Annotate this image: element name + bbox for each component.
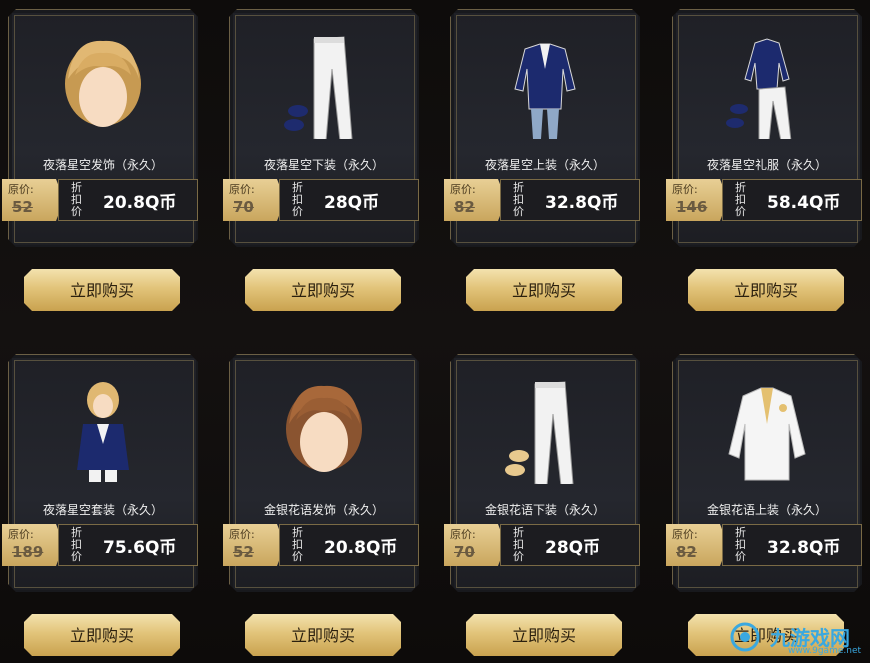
buy-now-button[interactable]: 立即购买 <box>24 614 180 656</box>
discount-box: 折扣价 32.8Q币 <box>500 179 640 221</box>
discount-price: 28Q币 <box>324 193 380 213</box>
buy-now-button[interactable]: 立即购买 <box>245 269 401 311</box>
item-name: 金银花语发饰（永久） <box>263 503 384 517</box>
jacket-icon <box>728 387 806 481</box>
discount-box: 折扣价 28Q币 <box>500 524 640 566</box>
original-price: 52 <box>233 543 254 561</box>
hair-icon <box>286 385 362 472</box>
original-price: 82 <box>676 543 697 561</box>
buy-now-button[interactable]: 立即购买 <box>688 269 844 311</box>
original-price-tag: 原价: 52 <box>2 179 64 221</box>
discount-label: 折扣价 <box>71 181 82 218</box>
price-bar: 原价: 146 折扣价 58.4Q币 <box>666 179 862 221</box>
item-name: 夜落星空上装（永久） <box>484 158 605 172</box>
original-label: 原价: <box>450 183 476 196</box>
original-price: 70 <box>454 543 475 561</box>
original-price-tag: 原价: 82 <box>444 179 506 221</box>
discount-price: 32.8Q币 <box>545 193 619 213</box>
price-bar: 原价: 52 折扣价 20.8Q币 <box>223 524 419 566</box>
original-price-tag: 原价: 70 <box>223 179 285 221</box>
discount-price: 58.4Q币 <box>767 193 841 213</box>
price-bar: 原价: 52 折扣价 20.8Q币 <box>2 179 198 221</box>
buy-now-button[interactable]: 立即购买 <box>466 269 622 311</box>
pants-icon <box>284 36 353 139</box>
item-name: 夜落星空礼服（永久） <box>706 158 827 172</box>
original-price-tag: 原价: 70 <box>444 524 506 566</box>
original-label: 原价: <box>672 528 698 541</box>
item-name: 夜落星空套装（永久） <box>42 503 163 517</box>
original-price-tag: 原价: 146 <box>666 179 728 221</box>
original-price: 82 <box>454 198 475 216</box>
hair-icon <box>65 40 141 127</box>
buy-now-button[interactable]: 立即购买 <box>466 614 622 656</box>
discount-price: 75.6Q币 <box>103 538 177 558</box>
avatar-icon <box>77 382 129 482</box>
discount-label: 折扣价 <box>71 526 82 563</box>
original-price-tag: 原价: 189 <box>2 524 64 566</box>
item-name: 金银花语下装（永久） <box>484 503 605 517</box>
buy-now-button[interactable]: 立即购买 <box>24 269 180 311</box>
discount-label: 折扣价 <box>513 526 524 563</box>
discount-label: 折扣价 <box>292 181 303 218</box>
discount-box: 折扣价 20.8Q币 <box>58 179 198 221</box>
item-name: 金银花语上装（永久） <box>706 503 827 517</box>
original-price: 189 <box>12 543 44 561</box>
site-watermark: 九游戏网 www.9game.net <box>730 618 870 663</box>
original-price: 52 <box>12 198 33 216</box>
discount-label: 折扣价 <box>735 181 746 218</box>
price-bar: 原价: 70 折扣价 28Q币 <box>444 524 640 566</box>
discount-price: 20.8Q币 <box>103 193 177 213</box>
original-price: 70 <box>233 198 254 216</box>
discount-price: 32.8Q币 <box>767 538 841 558</box>
jacket-icon <box>514 43 576 139</box>
original-label: 原价: <box>8 183 34 196</box>
price-bar: 原价: 82 折扣价 32.8Q币 <box>666 524 862 566</box>
buy-now-button[interactable]: 立即购买 <box>245 614 401 656</box>
original-price-tag: 原价: 52 <box>223 524 285 566</box>
item-name: 夜落星空发饰（永久） <box>42 158 163 172</box>
discount-box: 折扣价 28Q币 <box>279 179 419 221</box>
suit-icon <box>726 38 792 139</box>
original-price: 146 <box>676 198 708 216</box>
price-bar: 原价: 70 折扣价 28Q币 <box>223 179 419 221</box>
original-label: 原价: <box>229 528 255 541</box>
discount-box: 折扣价 75.6Q币 <box>58 524 198 566</box>
original-label: 原价: <box>672 183 698 196</box>
price-bar: 原价: 189 折扣价 75.6Q币 <box>2 524 198 566</box>
item-name: 夜落星空下装（永久） <box>263 158 384 172</box>
discount-box: 折扣价 58.4Q币 <box>722 179 862 221</box>
discount-price: 28Q币 <box>545 538 601 558</box>
discount-price: 20.8Q币 <box>324 538 398 558</box>
pants-icon <box>505 381 574 484</box>
discount-label: 折扣价 <box>513 181 524 218</box>
original-label: 原价: <box>8 528 34 541</box>
original-price-tag: 原价: 82 <box>666 524 728 566</box>
discount-label: 折扣价 <box>735 526 746 563</box>
price-bar: 原价: 82 折扣价 32.8Q币 <box>444 179 640 221</box>
original-label: 原价: <box>229 183 255 196</box>
discount-label: 折扣价 <box>292 526 303 563</box>
logo-icon <box>730 622 760 652</box>
original-label: 原价: <box>450 528 476 541</box>
discount-box: 折扣价 32.8Q币 <box>722 524 862 566</box>
watermark-url: www.9game.net <box>788 646 862 656</box>
discount-box: 折扣价 20.8Q币 <box>279 524 419 566</box>
